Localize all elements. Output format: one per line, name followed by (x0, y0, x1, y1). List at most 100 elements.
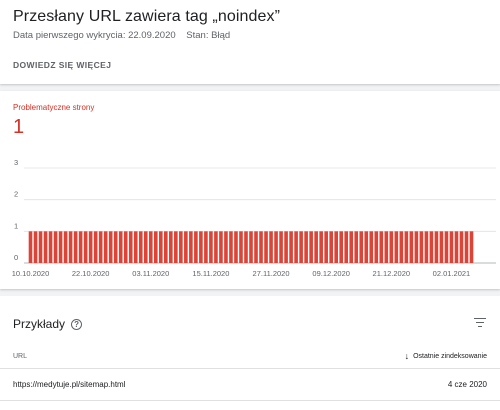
chart-bar[interactable] (354, 231, 359, 263)
chart-bar[interactable] (329, 231, 333, 263)
table-row[interactable]: https://medytuje.pl/sitemap.html 4 cze 2… (0, 369, 500, 401)
chart-bar[interactable] (63, 231, 68, 263)
chart-bar[interactable] (123, 231, 128, 263)
chart-bar[interactable] (349, 231, 354, 263)
chart-bar[interactable] (53, 231, 58, 263)
chart-bar[interactable] (48, 231, 53, 263)
chart-bar[interactable] (374, 231, 379, 263)
chart-bar[interactable] (249, 231, 253, 263)
chart-bar[interactable] (234, 231, 238, 263)
chart-bar[interactable] (449, 231, 454, 263)
chart-bar[interactable] (334, 231, 338, 263)
chart-bar[interactable] (103, 231, 108, 263)
chart-bar[interactable] (239, 231, 243, 263)
chart-bar[interactable] (439, 231, 444, 263)
chart-bar[interactable] (464, 231, 469, 263)
chart-bar[interactable] (133, 231, 138, 263)
chart-bar[interactable] (194, 231, 198, 263)
chart-bar[interactable] (404, 231, 409, 263)
chart-bar[interactable] (153, 231, 158, 263)
chart-bar[interactable] (409, 231, 414, 263)
chart-bar[interactable] (98, 231, 103, 263)
chart-bar[interactable] (209, 231, 213, 263)
chart-bar[interactable] (264, 231, 268, 263)
chart-bar[interactable] (199, 231, 203, 263)
table-header: URL ↓ Ostatnie zindeksowanie (0, 347, 500, 369)
chart-bar[interactable] (344, 231, 349, 263)
chart-bar[interactable] (224, 231, 228, 263)
chart-bar[interactable] (164, 231, 168, 263)
chart-bar[interactable] (28, 231, 33, 263)
help-circle-icon[interactable]: ? (71, 318, 83, 330)
chart-bar[interactable] (43, 231, 48, 263)
chart-bar[interactable] (319, 231, 323, 263)
chart-bar[interactable] (229, 231, 233, 263)
chart-bar[interactable] (469, 231, 474, 263)
chart-bar[interactable] (389, 231, 394, 263)
chart-bar[interactable] (309, 231, 313, 263)
chart-bar[interactable] (174, 231, 178, 263)
chart-bar[interactable] (189, 231, 193, 263)
learn-more-button[interactable]: DOWIEDZ SIĘ WIĘCEJ (13, 60, 111, 70)
chart-bar[interactable] (414, 231, 419, 263)
chart-bar[interactable] (138, 231, 143, 263)
chart-bar[interactable] (314, 231, 318, 263)
chart-bar[interactable] (83, 231, 88, 263)
chart-bar[interactable] (179, 231, 183, 263)
chart-bar[interactable] (399, 231, 404, 263)
chart-bar[interactable] (148, 231, 153, 263)
chart-bar[interactable] (454, 231, 459, 263)
chart-bar[interactable] (369, 231, 374, 263)
chart-bar[interactable] (379, 231, 384, 263)
chart-bar[interactable] (204, 231, 208, 263)
chart-bar[interactable] (128, 231, 133, 263)
chart-bar[interactable] (434, 231, 439, 263)
chart-bar[interactable] (284, 231, 288, 263)
chart-bar[interactable] (424, 231, 429, 263)
chart-bar[interactable] (269, 231, 273, 263)
chart-bar[interactable] (459, 231, 464, 263)
chart-bar[interactable] (304, 231, 308, 263)
chart-bar[interactable] (58, 231, 63, 263)
chart-bar[interactable] (73, 231, 78, 263)
x-tick-label: 10.10.2020 (12, 269, 50, 278)
chart-bar[interactable] (68, 231, 73, 263)
chart-bar[interactable] (299, 231, 303, 263)
chart-bar[interactable] (324, 231, 328, 263)
status-label: Stan: Błąd (186, 30, 231, 41)
column-header-url[interactable]: URL (13, 353, 27, 360)
chart-bar[interactable] (384, 231, 389, 263)
chart-bar[interactable] (118, 231, 123, 263)
y-tick-label: 3 (14, 158, 18, 167)
chart-bar[interactable] (88, 231, 93, 263)
chart-bar[interactable] (394, 231, 399, 263)
chart-bar[interactable] (169, 231, 173, 263)
chart-bar[interactable] (339, 231, 344, 263)
chart-bar[interactable] (143, 231, 148, 263)
chart-bar[interactable] (274, 231, 278, 263)
chart-bar[interactable] (158, 231, 163, 263)
chart-bar[interactable] (244, 231, 248, 263)
chart-bar[interactable] (359, 231, 364, 263)
chart-bar[interactable] (419, 231, 424, 263)
column-header-last-crawled[interactable]: ↓ Ostatnie zindeksowanie (405, 352, 487, 361)
filter-icon[interactable] (474, 318, 486, 328)
chart-bar[interactable] (93, 231, 98, 263)
chart-bar[interactable] (78, 231, 83, 263)
chart-bar[interactable] (279, 231, 283, 263)
chart-bar[interactable] (364, 231, 369, 263)
chart-bar[interactable] (429, 231, 434, 263)
chart-bar[interactable] (38, 231, 43, 263)
chart-bar[interactable] (254, 231, 258, 263)
chart-bar[interactable] (108, 231, 113, 263)
chart-bar[interactable] (259, 231, 263, 263)
chart-bar[interactable] (33, 231, 38, 263)
chart-bar[interactable] (289, 231, 293, 263)
chart-bar[interactable] (219, 231, 223, 263)
pages-chart: 0 1 2 3 10.10.2020 22.10.2020 03.11.2020 15.11… (12, 158, 496, 278)
chart-bar[interactable] (214, 231, 218, 263)
chart-bar[interactable] (444, 231, 449, 263)
chart-bar[interactable] (113, 231, 118, 263)
chart-bar[interactable] (294, 231, 298, 263)
chart-bar[interactable] (184, 231, 188, 263)
